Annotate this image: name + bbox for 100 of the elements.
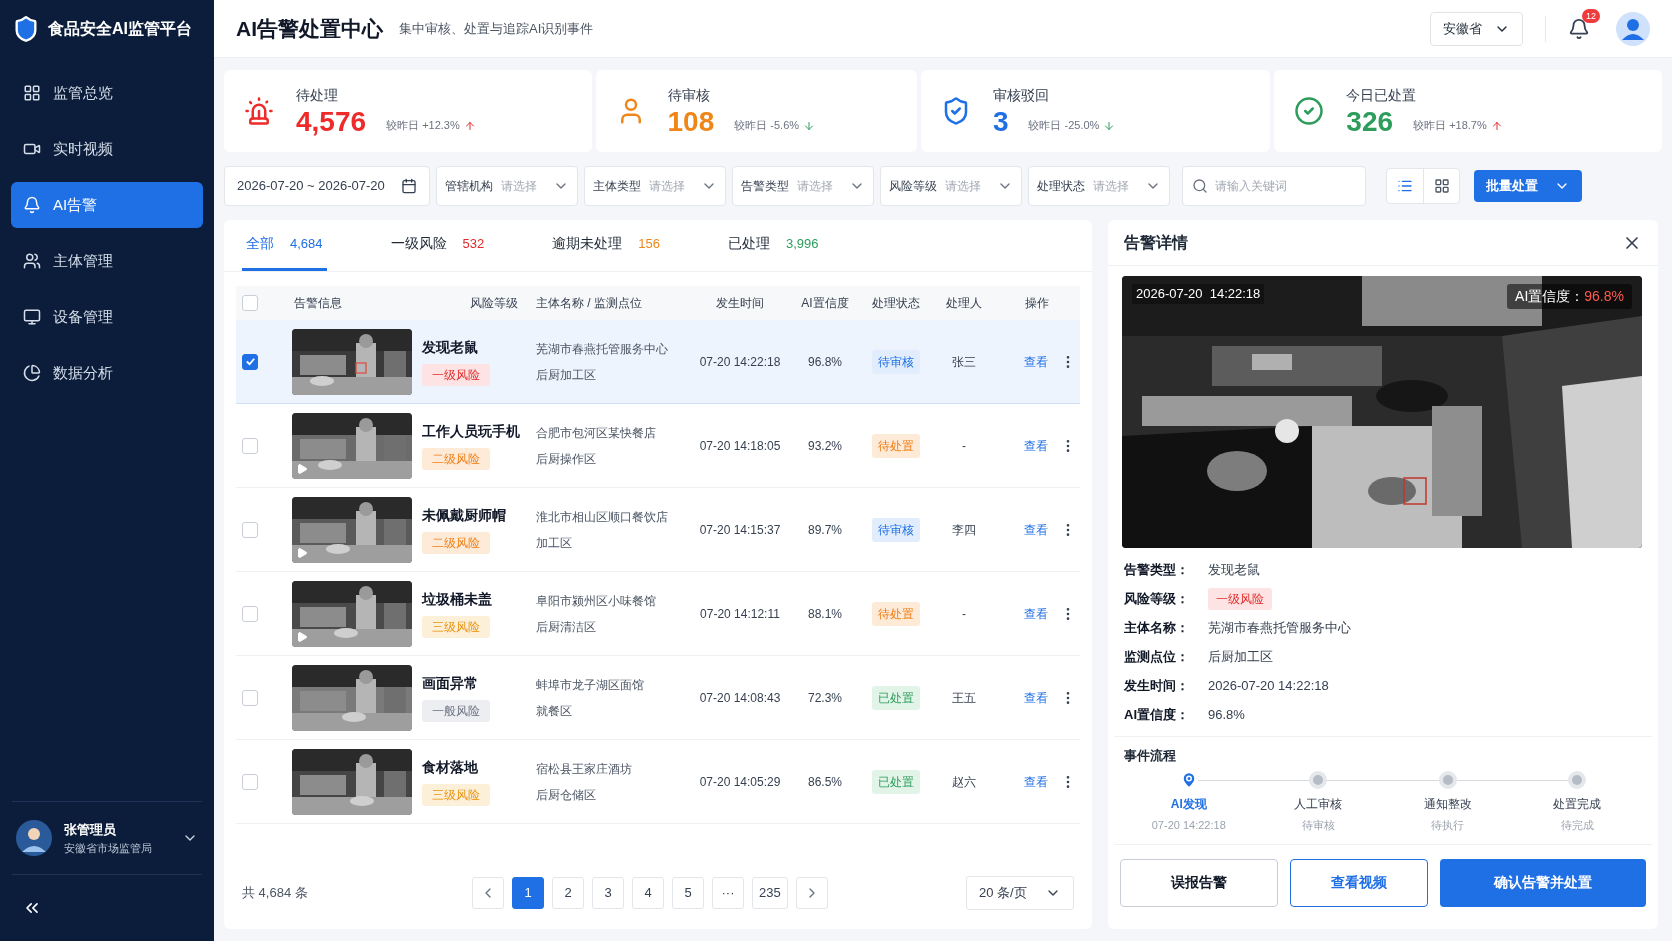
user-org: 安徽省市场监管局 [64, 840, 153, 856]
step-status: 待审核 [1301, 818, 1335, 833]
bell-icon[interactable] [1568, 17, 1590, 40]
search-field[interactable]: 请输入关键词 [1182, 166, 1366, 206]
grid-icon [1433, 178, 1450, 194]
table-cell-text: 07-20 14:18:05 [698, 437, 782, 455]
table-cell-text: 赵六 [951, 773, 977, 791]
risk-tag: 二级风险 [422, 532, 490, 554]
row-checkbox[interactable] [242, 353, 258, 370]
column-header: 发生时间 [715, 295, 765, 312]
filter-select[interactable]: 处理状态 请选择 [1028, 166, 1170, 206]
bell-icon [23, 196, 41, 214]
date-range-field[interactable]: 2026-07-20 ~ 2026-07-20 [224, 166, 430, 206]
page-button[interactable]: 4 [632, 877, 664, 909]
alert-title: 垃圾桶未盖 [422, 590, 492, 609]
table-row[interactable]: 垃圾桶未盖 三级风险 阜阳市颍州区小味餐馆 后厨清洁区 07-20 14:12:11 88.1% 待处置 - 查看 [236, 572, 1080, 656]
filter-select[interactable]: 告警类型 请选择 [732, 166, 874, 206]
region-select[interactable]: 安徽省 [1430, 11, 1523, 46]
nav-item[interactable]: 数据分析 [11, 350, 203, 396]
alert-title: 食材落地 [422, 758, 478, 777]
table-cell-text: 93.2% [807, 437, 843, 455]
play-icon[interactable] [296, 630, 308, 643]
filter-tab[interactable]: 全部 4,684 [242, 219, 327, 271]
page-button[interactable]: 2 [552, 877, 584, 909]
play-icon[interactable] [296, 546, 308, 559]
page-button[interactable]: 235 [752, 877, 788, 909]
false-alarm-button[interactable]: 误报告警 [1120, 858, 1278, 907]
alert-title: 未佩戴厨师帽 [422, 506, 506, 525]
view-link[interactable]: 查看 [1024, 688, 1048, 707]
view-link[interactable]: 查看 [1024, 436, 1048, 455]
stat-label: 今日已处置 [1346, 85, 1418, 105]
stat-value: 108 [667, 105, 715, 138]
stat-value: 4,576 [296, 105, 367, 138]
table-row[interactable]: 画面异常 一般风险 蚌埠市龙子湖区面馆 就餐区 07-20 14:08:43 72.3% 已处置 王五 查看 [236, 656, 1080, 740]
table-row[interactable]: 工作人员玩手机 二级风险 合肥市包河区某快餐店 后厨操作区 07-20 14:18:05 93.2% 待处置 - 查看 [236, 404, 1080, 488]
avatar-icon [16, 820, 52, 856]
nav-item[interactable]: 设备管理 [11, 294, 203, 340]
status-tag: 待审核 [872, 517, 920, 542]
table-row[interactable]: 发现老鼠 一级风险 芜湖市春燕托管服务中心 后厨加工区 07-20 14:22:18 96.8% 待审核 张三 查看 [236, 320, 1080, 404]
nav-item[interactable]: 监管总览 [11, 70, 203, 116]
table-row[interactable]: 食材落地 三级风险 宿松县王家庄酒坊 后厨仓储区 07-20 14:05:29 86.5% 已处置 赵六 查看 [236, 740, 1080, 824]
table-row[interactable]: 未佩戴厨师帽 二级风险 淮北市相山区顺口餐饮店 加工区 07-20 14:15:37 89.7% 待审核 李四 查看 [236, 488, 1080, 572]
video-timestamp: 2026-07-20 14:22:18 [1132, 284, 1265, 304]
play-icon[interactable] [296, 462, 308, 475]
table-cell-text: 李四 [951, 521, 977, 539]
nav-item[interactable]: 主体管理 [11, 238, 203, 284]
batch-process-button[interactable]: 批量处置 [1474, 170, 1582, 202]
risk-tag: 三级风险 [422, 616, 490, 638]
table-cell-text: 07-20 14:12:11 [699, 605, 781, 623]
view-video-button[interactable]: 查看视频 [1290, 858, 1428, 907]
page-button[interactable]: 5 [672, 877, 704, 909]
status-tag: 待处置 [872, 601, 920, 626]
page-title: AI告警处置中心 [236, 15, 383, 42]
grid-icon [23, 84, 41, 102]
monitor-point: 后厨仓储区 [536, 786, 597, 804]
filter-tab[interactable]: 一级风险 532 [386, 219, 489, 271]
step-label: AI发现 [1170, 796, 1207, 813]
filter-tab[interactable]: 逾期未处理 156 [548, 219, 664, 271]
page-size-select[interactable]: 20 条/页 [966, 876, 1074, 910]
column-header: 处理状态 [871, 295, 921, 312]
nav-item[interactable]: AI告警 [11, 182, 203, 228]
notification-count: 12 [1582, 8, 1600, 23]
column-header: 风险等级 [469, 295, 519, 312]
tab-count: 156 [638, 234, 660, 253]
tab-count: 4,684 [290, 234, 323, 253]
page-button[interactable]: 1 [512, 877, 544, 909]
table-cell-text: 96.8% [807, 353, 843, 371]
avatar-icon[interactable] [1616, 11, 1650, 46]
field-label: 风险等级： [1124, 589, 1190, 608]
monitor-point: 加工区 [536, 534, 573, 552]
section-title: 事件流程 [1124, 748, 1176, 763]
field-value: 芜湖市春燕托管服务中心 [1208, 618, 1351, 637]
filter-tab[interactable]: 已处理 3,996 [723, 219, 823, 271]
alert-title: 画面异常 [422, 674, 478, 693]
column-header: 操作 [1024, 295, 1050, 312]
table-cell-text: 07-20 14:05:29 [698, 773, 782, 791]
filter-select[interactable]: 风险等级 请选择 [880, 166, 1022, 206]
stat-label: 审核驳回 [992, 85, 1050, 105]
nav-item[interactable]: 实时视频 [11, 126, 203, 172]
confirm-button[interactable]: 确认告警并处置 [1440, 858, 1646, 907]
checkmark-icon [244, 356, 256, 367]
field-label: 发生时间： [1124, 676, 1190, 695]
view-link[interactable]: 查看 [1024, 604, 1048, 623]
view-link[interactable]: 查看 [1024, 772, 1048, 791]
subject-name: 阜阳市颍州区小味餐馆 [536, 592, 657, 610]
filter-select[interactable]: 管辖机构 请选择 [436, 166, 578, 206]
monitor-point: 后厨操作区 [536, 450, 597, 468]
tab-count: 532 [462, 234, 485, 253]
page-button[interactable]: ··· [712, 877, 744, 909]
risk-tag: 三级风险 [422, 784, 490, 806]
page-button[interactable]: 3 [592, 877, 624, 909]
filter-select[interactable]: 主体类型 请选择 [584, 166, 726, 206]
column-header: 告警信息 [293, 295, 343, 312]
field-label: AI置信度： [1124, 705, 1190, 724]
status-tag: 待审核 [872, 349, 920, 374]
step-label: 人工审核 [1294, 796, 1343, 813]
subject-name: 淮北市相山区顺口餐饮店 [536, 508, 669, 526]
view-link[interactable]: 查看 [1024, 352, 1048, 371]
view-link[interactable]: 查看 [1024, 520, 1048, 539]
select-all-checkbox[interactable] [242, 295, 258, 311]
